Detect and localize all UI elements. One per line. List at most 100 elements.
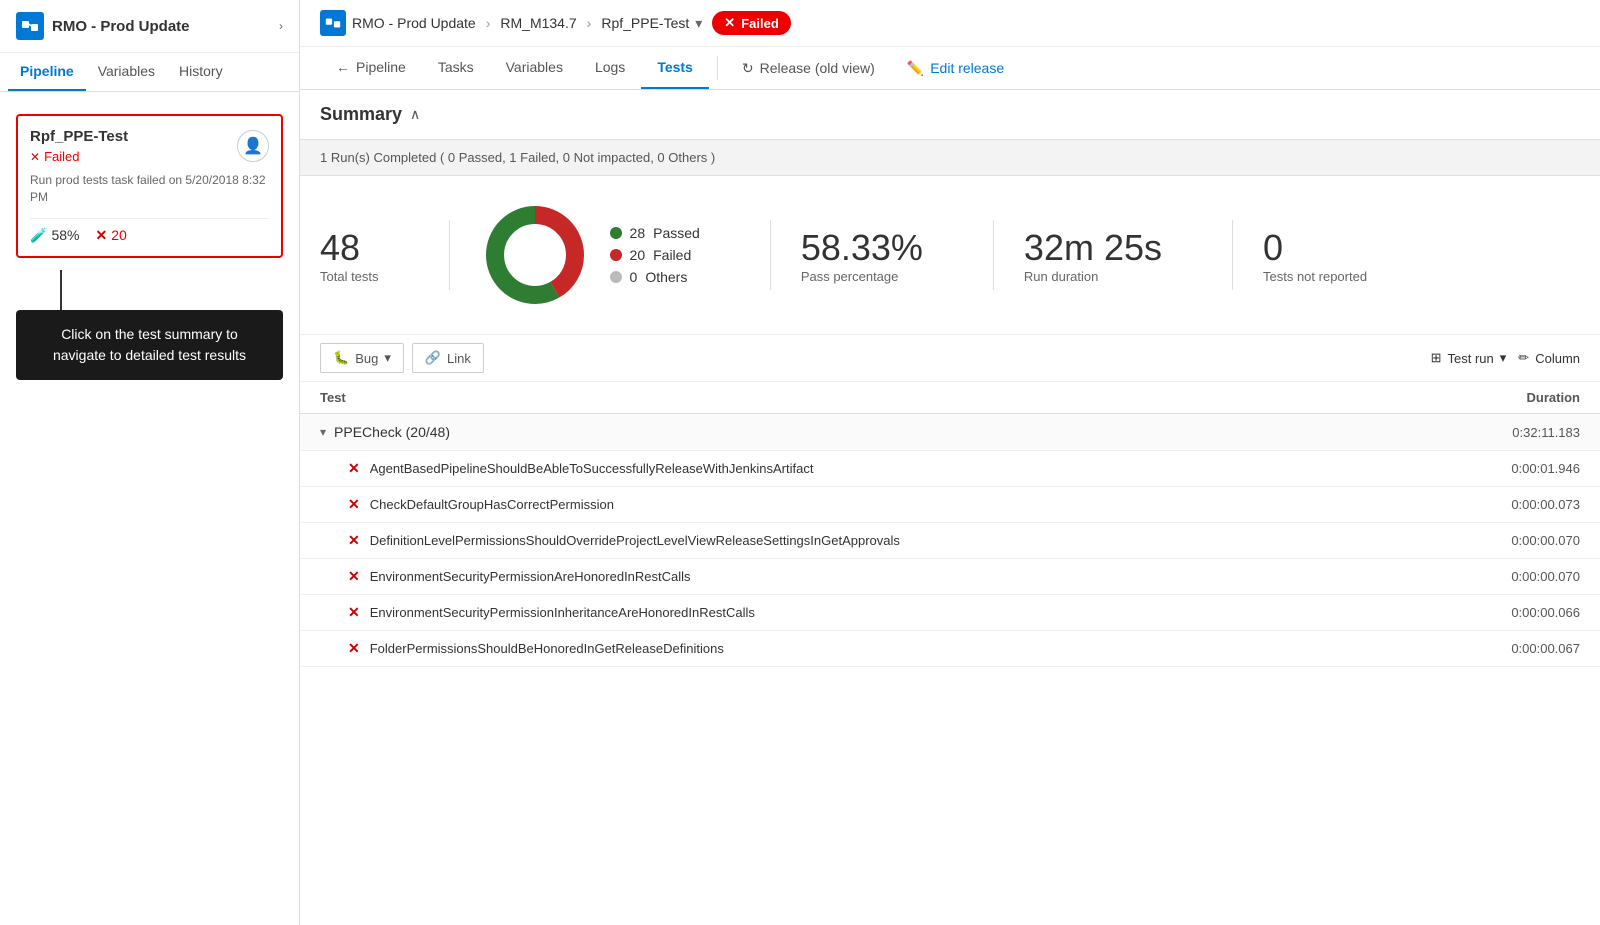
main-header: RMO - Prod Update › RM_M134.7 › Rpf_PPE-… [300,0,1600,47]
test-duration: 0:00:01.946 [1420,461,1580,476]
nav-variables[interactable]: Variables [490,47,579,89]
avatar-icon: 👤 [243,136,263,156]
column-button[interactable]: ✏ Column [1518,350,1580,366]
sidebar-title: RMO - Prod Update [52,18,271,35]
stats-row: 48 Total tests [300,176,1600,334]
pass-pct-stat: 58.33% Pass percentage [801,227,963,284]
test-fail-icon: ✕ [348,532,360,549]
run-duration-label: Run duration [1024,269,1098,284]
action-bar: 🐛 Bug ▾ 🔗 Link ⊞ Test run ▾ ✏ Column [300,334,1600,382]
stage-info: Run prod tests task failed on 5/20/2018 … [30,172,269,206]
back-arrow-icon: ← [336,59,350,75]
legend-others: 0 Others [610,269,700,285]
stage-card-header: Rpf_PPE-Test ✕ Failed 👤 [30,128,269,164]
legend-passed-dot [610,227,622,239]
failed-count: 20 [630,247,646,263]
test-table: Test Duration ▾ PPECheck (20/48) 0:32:11… [300,382,1600,667]
nav-tasks[interactable]: Tasks [422,47,490,89]
total-tests-number: 48 [320,227,360,269]
test-row[interactable]: ✕ AgentBasedPipelineShouldBeAbleToSucces… [300,451,1600,487]
breadcrumb-3[interactable]: Rpf_PPE-Test [601,15,689,31]
breadcrumb-2[interactable]: RM_M134.7 [500,15,576,31]
test-duration: 0:00:00.070 [1420,533,1580,548]
test-duration: 0:00:00.070 [1420,569,1580,584]
refresh-icon: ↻ [742,60,754,77]
flask-icon: 🧪 [30,227,47,244]
test-row[interactable]: ✕ EnvironmentSecurityPermissionInheritan… [300,595,1600,631]
test-fail-icon: ✕ [348,568,360,585]
test-duration: 0:00:00.073 [1420,497,1580,512]
link-icon: 🔗 [425,350,441,366]
column-icon: ✏ [1518,350,1529,366]
test-name: AgentBasedPipelineShouldBeAbleToSuccessf… [370,461,1420,476]
test-row[interactable]: ✕ DefinitionLevelPermissionsShouldOverri… [300,523,1600,559]
stat-divider-1 [449,220,450,290]
sidebar: RMO - Prod Update › Pipeline Variables H… [0,0,300,925]
nav-edit-release[interactable]: ✏️ Edit release [891,48,1020,89]
group-name: PPECheck (20/48) [334,424,1420,440]
column-label: Column [1535,351,1580,366]
nav-release-old[interactable]: ↻ Release (old view) [726,48,891,89]
sidebar-tab-history[interactable]: History [167,53,235,91]
donut-section: 28 Passed 20 Failed 0 Others [480,200,740,310]
test-run-button[interactable]: ⊞ Test run ▾ [1431,350,1507,366]
test-name: FolderPermissionsShouldBeHonoredInGetRel… [370,641,1420,656]
test-run-label: Test run [1448,351,1494,366]
action-right: ⊞ Test run ▾ ✏ Column [1431,350,1580,366]
content-area: Summary ∧ 1 Run(s) Completed ( 0 Passed,… [300,90,1600,925]
link-button[interactable]: 🔗 Link [412,343,484,373]
col-header-duration: Duration [1420,390,1580,405]
nav-tests[interactable]: Tests [641,47,709,89]
tooltip-box: Click on the test summary to navigate to… [16,310,283,380]
breadcrumb-dropdown-icon[interactable]: ▾ [695,15,702,32]
nav-logs[interactable]: Logs [579,47,641,89]
bug-button[interactable]: 🐛 Bug ▾ [320,343,404,373]
stat-divider-2 [770,220,771,290]
sidebar-tabs: Pipeline Variables History [0,53,299,92]
bug-dropdown-icon: ▾ [384,350,391,366]
breadcrumb-sep-2: › [587,15,592,31]
donut-legend: 28 Passed 20 Failed 0 Others [610,225,700,285]
edit-icon: ✏️ [907,60,924,77]
stage-name: Rpf_PPE-Test [30,128,128,145]
test-row[interactable]: ✕ EnvironmentSecurityPermissionAreHonore… [300,559,1600,595]
pipeline-logo [16,12,44,40]
pass-pct-label: Pass percentage [801,269,899,284]
stage-fail-stat: ✕ 20 [95,227,126,244]
run-info-bar: 1 Run(s) Completed ( 0 Passed, 1 Failed,… [300,139,1600,176]
test-name: EnvironmentSecurityPermissionAreHonoredI… [370,569,1420,584]
nav-pipeline[interactable]: ← Pipeline [320,47,422,89]
passed-label: Passed [653,225,700,241]
legend-failed-dot [610,249,622,261]
stage-status: ✕ Failed [30,149,128,164]
stage-footer: 🧪 58% ✕ 20 [30,218,269,244]
others-count: 0 [630,269,638,285]
test-row[interactable]: ✕ CheckDefaultGroupHasCorrectPermission … [300,487,1600,523]
failed-label: Failed [653,247,691,263]
failed-badge: ✕ Failed [712,11,790,35]
connector-line [60,270,62,310]
others-label: Others [645,269,687,285]
test-name: CheckDefaultGroupHasCorrectPermission [370,497,1420,512]
total-tests-stat: 48 Total tests [320,227,419,284]
not-reported-stat: 0 Tests not reported [1263,227,1407,284]
bug-icon: 🐛 [333,350,349,366]
avatar: 👤 [237,130,269,162]
group-row[interactable]: ▾ PPECheck (20/48) 0:32:11.183 [300,414,1600,451]
sidebar-content: Rpf_PPE-Test ✕ Failed 👤 Run prod tests t… [0,92,299,925]
summary-toggle-icon[interactable]: ∧ [410,106,420,123]
stage-fail-x-icon: ✕ [95,227,107,244]
stage-card-left: Rpf_PPE-Test ✕ Failed [30,128,128,164]
group-duration: 0:32:11.183 [1420,425,1580,440]
stage-card[interactable]: Rpf_PPE-Test ✕ Failed 👤 Run prod tests t… [16,114,283,258]
sidebar-tab-pipeline[interactable]: Pipeline [8,53,86,91]
breadcrumb-1[interactable]: RMO - Prod Update [352,15,476,31]
total-tests-label: Total tests [320,269,379,284]
test-fail-icon: ✕ [348,640,360,657]
test-row[interactable]: ✕ FolderPermissionsShouldBeHonoredInGetR… [300,631,1600,667]
nav-divider [717,56,718,80]
table-icon: ⊞ [1431,350,1442,366]
sidebar-tab-variables[interactable]: Variables [86,53,167,91]
run-duration-number: 32m 25s [1024,227,1162,269]
legend-others-dot [610,271,622,283]
